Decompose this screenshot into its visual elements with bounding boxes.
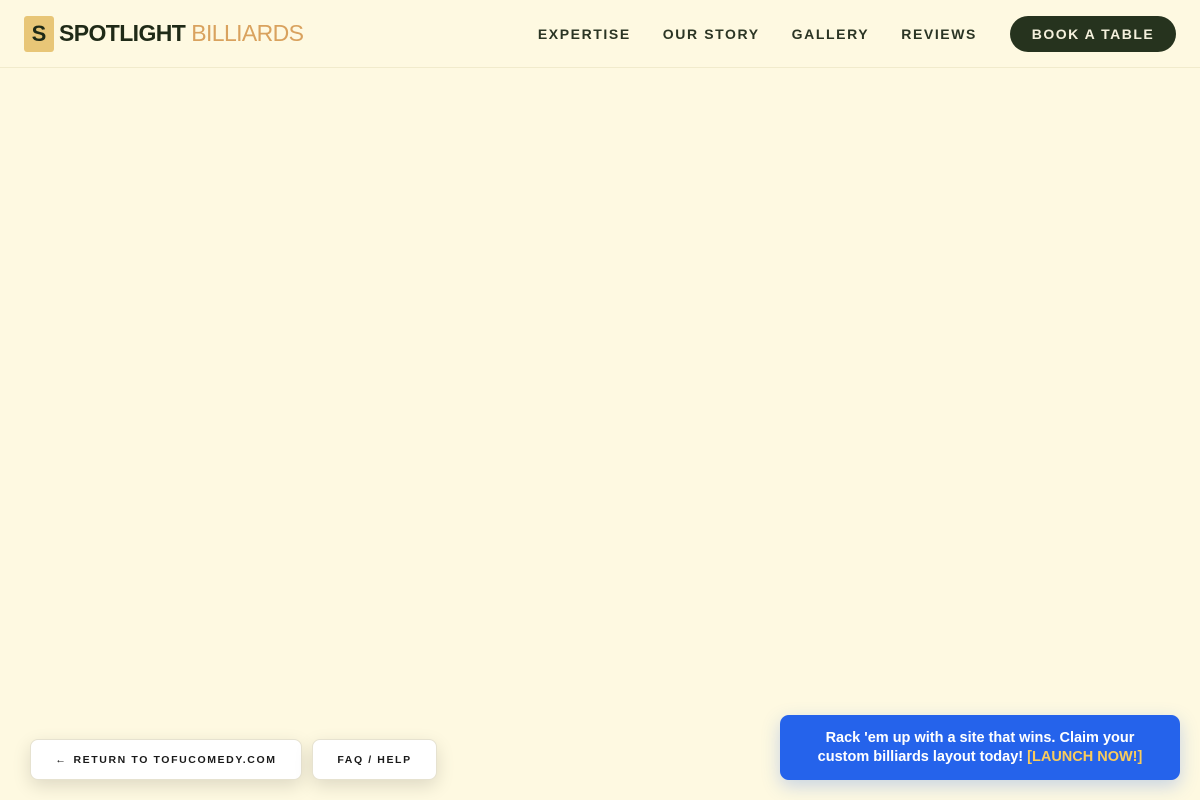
- promo-banner[interactable]: Rack 'em up with a site that wins. Claim…: [780, 715, 1180, 780]
- brand-name: SPOTLIGHT BILLIARDS: [59, 20, 304, 47]
- nav-link-reviews[interactable]: REVIEWS: [901, 26, 977, 42]
- brand-mark: S: [24, 15, 54, 52]
- return-home-button[interactable]: ← RETURN TO TOFUCOMEDY.COM: [30, 739, 302, 780]
- brand-name-light: BILLIARDS: [191, 20, 304, 46]
- site-header: S SPOTLIGHT BILLIARDS EXPERTISE OUR STOR…: [0, 0, 1200, 68]
- brand-logo[interactable]: S SPOTLIGHT BILLIARDS: [24, 15, 304, 52]
- book-table-button[interactable]: BOOK A TABLE: [1010, 15, 1176, 52]
- promo-text-wrap: Rack 'em up with a site that wins. Claim…: [810, 729, 1150, 767]
- faq-help-button[interactable]: FAQ / HELP: [312, 739, 437, 780]
- nav-link-expertise[interactable]: EXPERTISE: [538, 26, 631, 42]
- nav-link-our-story[interactable]: OUR STORY: [663, 26, 760, 42]
- nav-link-gallery[interactable]: GALLERY: [792, 26, 870, 42]
- promo-launch-link[interactable]: [LAUNCH NOW!]: [1027, 749, 1142, 765]
- brand-name-strong: SPOTLIGHT: [59, 20, 186, 46]
- main-nav: EXPERTISE OUR STORY GALLERY REVIEWS BOOK…: [538, 15, 1176, 52]
- return-home-label: RETURN TO TOFUCOMEDY.COM: [73, 753, 277, 766]
- arrow-left-icon: ←: [55, 753, 68, 766]
